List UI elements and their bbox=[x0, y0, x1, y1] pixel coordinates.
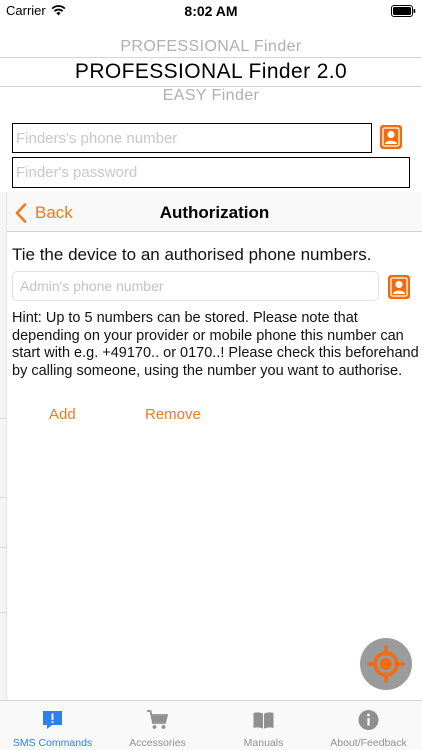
tab-accessories[interactable]: Accessories bbox=[105, 701, 210, 750]
info-icon bbox=[358, 710, 379, 730]
book-icon bbox=[253, 712, 274, 729]
sms-commands-icon bbox=[43, 711, 62, 729]
hint-text: Hint: Up to 5 numbers can be stored. Ple… bbox=[12, 310, 419, 379]
tab-bar: SMS Commands Accessories Manuals About/F… bbox=[0, 700, 422, 750]
authorization-sheet: Back Authorization Tie the device to an … bbox=[7, 192, 422, 700]
contacts-icon[interactable] bbox=[380, 125, 402, 149]
cart-icon bbox=[147, 710, 169, 729]
tab-label: SMS Commands bbox=[12, 737, 93, 749]
background-page-edge bbox=[0, 192, 7, 700]
picker-option-selected[interactable]: PROFESSIONAL Finder 2.0 bbox=[0, 60, 422, 84]
screen: Carrier 8:02 AM PROFESSIONAL Finder PROF… bbox=[0, 0, 422, 750]
tab-label: About/Feedback bbox=[330, 737, 407, 749]
finder-password-field[interactable]: Finder's password bbox=[12, 157, 410, 188]
instruction-text: Tie the device to an authorised phone nu… bbox=[12, 245, 372, 264]
finder-phone-placeholder: Finders's phone number bbox=[16, 130, 178, 147]
remove-button[interactable]: Remove bbox=[145, 406, 201, 423]
admin-contacts-icon[interactable] bbox=[388, 275, 410, 299]
add-button[interactable]: Add bbox=[49, 406, 76, 423]
locate-button[interactable] bbox=[360, 638, 412, 690]
tab-sms-commands[interactable]: SMS Commands bbox=[0, 701, 105, 750]
picker-option-above[interactable]: PROFESSIONAL Finder bbox=[0, 38, 422, 56]
admin-phone-input[interactable] bbox=[13, 272, 378, 300]
finder-phone-field[interactable]: Finders's phone number bbox=[12, 123, 372, 153]
finder-password-placeholder: Finder's password bbox=[16, 164, 138, 181]
device-picker[interactable]: PROFESSIONAL Finder PROFESSIONAL Finder … bbox=[0, 36, 422, 106]
tab-about-feedback[interactable]: About/Feedback bbox=[316, 701, 421, 750]
admin-phone-field[interactable] bbox=[12, 271, 379, 301]
tab-label: Accessories bbox=[129, 737, 186, 749]
picker-divider bbox=[0, 57, 422, 58]
page-title: Authorization bbox=[159, 203, 270, 222]
picker-option-below[interactable]: EASY Finder bbox=[0, 87, 422, 105]
status-bar: Carrier 8:02 AM bbox=[0, 0, 422, 22]
crosshair-icon bbox=[367, 645, 405, 683]
clock: 8:02 AM bbox=[184, 3, 238, 19]
tab-label: Manuals bbox=[243, 737, 284, 749]
battery-icon bbox=[391, 5, 416, 17]
navigation-bar: Back Authorization bbox=[7, 192, 422, 232]
tab-manuals[interactable]: Manuals bbox=[211, 701, 316, 750]
